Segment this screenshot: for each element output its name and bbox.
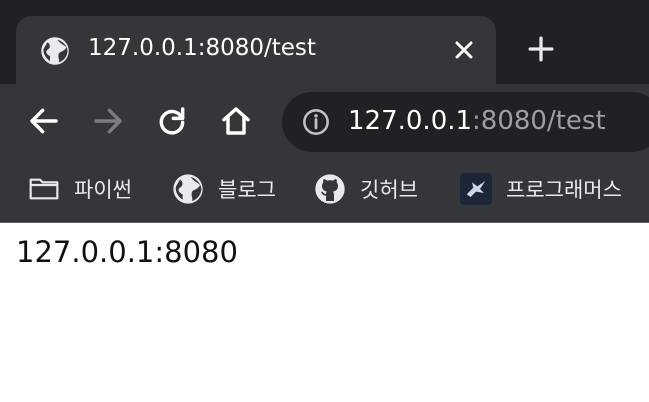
active-tab[interactable]: 127.0.0.1:8080/test	[16, 16, 496, 84]
reload-icon[interactable]	[156, 105, 188, 137]
tab-strip: 127.0.0.1:8080/test	[0, 0, 649, 84]
url-text[interactable]: 127.0.0.1:8080/test	[348, 106, 606, 136]
bookmark-label: 깃허브	[360, 178, 418, 202]
bookmark-python[interactable]: 파이썬	[28, 172, 132, 206]
bookmarks-bar: 파이썬 블로그 깃허브 프로그래머스	[0, 158, 649, 223]
globe-icon	[173, 174, 203, 204]
url-path: :8080/test	[472, 106, 606, 136]
folder-icon	[29, 178, 59, 200]
globe-icon	[41, 37, 69, 65]
bookmark-label: 파이썬	[74, 178, 132, 202]
address-bar[interactable]: 127.0.0.1:8080/test	[282, 92, 649, 152]
github-icon	[315, 174, 345, 204]
bookmark-programmers[interactable]: 프로그래머스	[460, 172, 622, 206]
bookmark-github[interactable]: 깃허브	[314, 172, 418, 206]
home-icon[interactable]	[220, 105, 252, 137]
bookmark-label: 블로그	[218, 178, 276, 202]
toolbar: 127.0.0.1:8080/test	[0, 84, 649, 158]
close-icon[interactable]	[452, 38, 476, 62]
forward-arrow-icon[interactable]	[92, 105, 124, 137]
info-icon[interactable]	[302, 108, 330, 136]
tab-title: 127.0.0.1:8080/test	[88, 35, 316, 61]
browser-chrome: 127.0.0.1:8080/test 127.0.0.1:8080/test …	[0, 0, 649, 223]
url-host: 127.0.0.1	[348, 106, 473, 136]
page-body-text: 127.0.0.1:8080	[16, 235, 238, 269]
bookmark-blog[interactable]: 블로그	[172, 172, 276, 206]
programmers-icon	[460, 173, 492, 205]
new-tab-icon[interactable]	[528, 36, 554, 62]
back-arrow-icon[interactable]	[28, 105, 60, 137]
bookmark-label: 프로그래머스	[506, 178, 622, 202]
